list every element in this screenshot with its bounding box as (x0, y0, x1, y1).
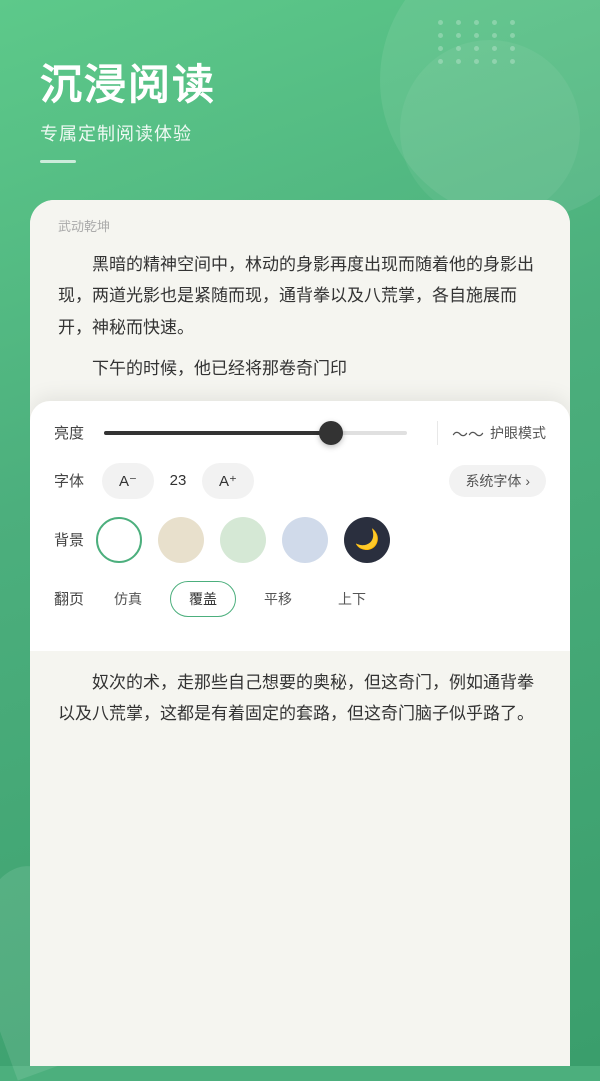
font-family-button[interactable]: 系统字体 › (449, 465, 546, 497)
eye-mode-control[interactable]: 〜〜 护眼模式 (452, 421, 546, 445)
divider (437, 421, 438, 445)
font-decrease-button[interactable]: A⁻ (102, 463, 154, 499)
bg-option-green[interactable] (220, 517, 266, 563)
brightness-label: 亮度 (54, 422, 96, 443)
pageturn-row: 翻页 仿真 覆盖 平移 上下 (54, 581, 546, 617)
bg-option-beige[interactable] (158, 517, 204, 563)
bg-option-blue[interactable] (282, 517, 328, 563)
pageturn-option-2[interactable]: 平移 (246, 582, 310, 616)
background-row: 背景 (54, 517, 546, 563)
book-title: 武动乾坤 (58, 216, 542, 235)
background-options (96, 517, 546, 563)
hero-title: 沉浸阅读 (40, 60, 560, 110)
pageturn-option-0[interactable]: 仿真 (96, 582, 160, 616)
brightness-slider[interactable] (104, 431, 407, 435)
bg-option-dark[interactable] (344, 517, 390, 563)
font-increase-button[interactable]: A⁺ (202, 463, 254, 499)
brightness-fill (104, 431, 331, 435)
brightness-row: 亮度 〜〜 护眼模式 (54, 421, 546, 445)
book-content-bottom: 奴次的术，走那些自己想要的奥秘，但这奇门，例如通背拳以及八荒掌，这都是有着固定的… (30, 651, 570, 746)
settings-panel: 亮度 〜〜 护眼模式 字体 A⁻ 23 A⁺ (30, 401, 570, 651)
font-label: 字体 (54, 470, 96, 491)
pageturn-option-3[interactable]: 上下 (320, 582, 384, 616)
hero-section: 沉浸阅读 专属定制阅读体验 (0, 0, 600, 163)
bg-option-white[interactable] (96, 517, 142, 563)
hero-line (40, 160, 76, 163)
pageturn-label: 翻页 (54, 588, 96, 609)
book-content-top: 武动乾坤 黑暗的精神空间中，林动的身影再度出现而随着他的身影出现，两道光影也是紧… (30, 200, 570, 401)
eye-icon: 〜〜 (452, 421, 484, 445)
book-paragraph-3: 奴次的术，走那些自己想要的奥秘，但这奇门，例如通背拳以及八荒掌，这都是有着固定的… (58, 667, 542, 730)
font-size-display: 23 (164, 472, 192, 489)
book-paragraph-1: 黑暗的精神空间中，林动的身影再度出现而随着他的身影出现，两道光影也是紧随而现，通… (58, 249, 542, 385)
eye-mode-label: 护眼模式 (490, 423, 546, 443)
brightness-thumb[interactable] (319, 421, 343, 445)
font-row: 字体 A⁻ 23 A⁺ 系统字体 › (54, 463, 546, 499)
font-controls: A⁻ 23 A⁺ 系统字体 › (96, 463, 546, 499)
main-card: 武动乾坤 黑暗的精神空间中，林动的身影再度出现而随着他的身影出现，两道光影也是紧… (30, 200, 570, 1066)
pageturn-options: 仿真 覆盖 平移 上下 (96, 581, 546, 617)
hero-subtitle: 专属定制阅读体验 (40, 120, 560, 146)
background-label: 背景 (54, 529, 96, 550)
brightness-track (104, 431, 407, 435)
pageturn-option-1[interactable]: 覆盖 (170, 581, 236, 617)
